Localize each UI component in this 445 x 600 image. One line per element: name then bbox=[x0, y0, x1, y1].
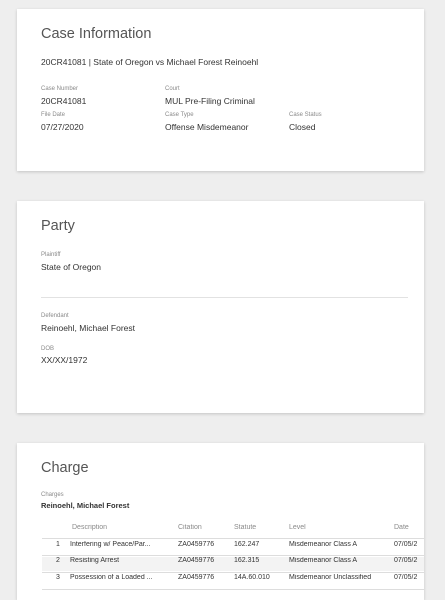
row-citation: ZA0459776 bbox=[178, 541, 215, 548]
row-citation: ZA0459776 bbox=[178, 574, 215, 581]
charge-card: Charge Charges Reinoehl, Michael Forest … bbox=[17, 443, 424, 600]
table-row[interactable]: 1 Interfering w/ Peace/Par... ZA0459776 … bbox=[42, 541, 424, 555]
row-citation: ZA0459776 bbox=[178, 557, 215, 564]
case-status-value: Closed bbox=[289, 122, 316, 132]
table-divider bbox=[42, 555, 424, 556]
case-headline: 20CR41081 | State of Oregon vs Michael F… bbox=[41, 57, 259, 67]
case-type-label: Case Type bbox=[165, 112, 194, 118]
charges-party-name: Reinoehl, Michael Forest bbox=[41, 501, 130, 510]
row-date: 07/05/2 bbox=[394, 574, 418, 581]
table-row[interactable]: 3 Possession of a Loaded ... ZA0459776 1… bbox=[42, 574, 424, 588]
defendant-value: Reinoehl, Michael Forest bbox=[41, 323, 136, 333]
party-card: Party Plaintiff State of Oregon Defendan… bbox=[17, 201, 424, 413]
court-label: Court bbox=[165, 86, 180, 92]
case-information-card: Case Information 20CR41081 | State of Or… bbox=[17, 9, 424, 171]
table-divider bbox=[42, 589, 424, 590]
case-information-title: Case Information bbox=[41, 26, 152, 42]
charge-table-header: Description Citation Statute Level Date bbox=[42, 524, 424, 536]
table-row[interactable]: 2 Resisting Arrest ZA0459776 162.315 Mis… bbox=[42, 557, 424, 571]
col-description[interactable]: Description bbox=[72, 524, 107, 531]
case-number-value: 20CR41081 bbox=[41, 96, 87, 106]
plaintiff-label: Plaintiff bbox=[41, 252, 61, 258]
row-statute: 14A.60.010 bbox=[234, 574, 270, 581]
party-title: Party bbox=[41, 218, 75, 234]
file-date-value: 07/27/2020 bbox=[41, 122, 84, 132]
row-description: Interfering w/ Peace/Par... bbox=[70, 541, 151, 548]
row-level: Misdemeanor Class A bbox=[289, 557, 358, 564]
col-statute[interactable]: Statute bbox=[234, 524, 256, 531]
col-date[interactable]: Date bbox=[394, 524, 409, 531]
row-level: Misdemeanor Class A bbox=[289, 541, 358, 548]
case-status-label: Case Status bbox=[289, 112, 322, 118]
row-description: Resisting Arrest bbox=[70, 557, 120, 564]
dob-label: DOB bbox=[41, 346, 55, 352]
row-number: 2 bbox=[56, 557, 60, 564]
plaintiff-value: State of Oregon bbox=[41, 262, 102, 272]
charges-label: Charges bbox=[41, 492, 64, 498]
table-divider bbox=[42, 538, 424, 539]
file-date-label: File Date bbox=[41, 112, 66, 118]
col-citation[interactable]: Citation bbox=[178, 524, 202, 531]
row-number: 1 bbox=[56, 541, 60, 548]
case-number-label: Case Number bbox=[41, 86, 79, 92]
row-statute: 162.247 bbox=[234, 541, 260, 548]
row-date: 07/05/2 bbox=[394, 541, 418, 548]
dob-value: XX/XX/1972 bbox=[41, 355, 88, 365]
row-level: Misdemeanor Unclassified bbox=[289, 574, 372, 581]
col-level[interactable]: Level bbox=[289, 524, 306, 531]
defendant-label: Defendant bbox=[41, 313, 69, 319]
row-date: 07/05/2 bbox=[394, 557, 418, 564]
row-description: Possession of a Loaded ... bbox=[70, 574, 153, 581]
table-divider bbox=[42, 572, 424, 573]
charge-title: Charge bbox=[41, 460, 89, 476]
row-number: 3 bbox=[56, 574, 60, 581]
court-value: MUL Pre-Filing Criminal bbox=[165, 96, 255, 106]
party-divider bbox=[41, 297, 408, 298]
case-type-value: Offense Misdemeanor bbox=[165, 122, 249, 132]
row-statute: 162.315 bbox=[234, 557, 260, 564]
